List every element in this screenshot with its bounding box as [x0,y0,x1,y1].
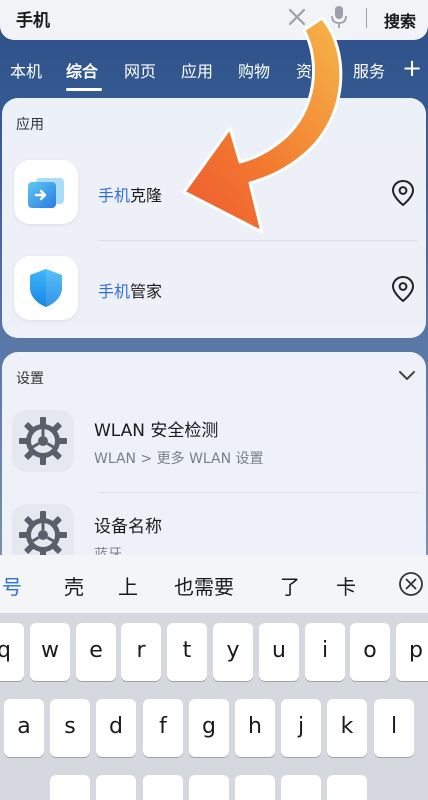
key-v[interactable] [189,775,229,800]
suggestion-item[interactable]: 也需要 [174,571,234,600]
settings-card: 设置 WLAN 安全检测 WLAN > 更多 WLAN 设置 设备名称 [2,352,426,582]
key-h[interactable]: h [235,699,275,757]
setting-path: WLAN > 更多 WLAN 设置 [94,451,264,467]
tab-services[interactable]: 服务 [353,58,385,82]
tab-local[interactable]: 本机 [10,58,42,82]
key-o[interactable]: o [350,623,390,681]
key-x[interactable] [96,775,136,800]
key-f[interactable]: f [143,699,183,757]
app-item-phone-manager[interactable]: 手机管家 [2,246,426,336]
phone-clone-icon [14,160,78,224]
suggestion-item[interactable]: 上 [118,571,138,600]
setting-item-wlan-security[interactable]: WLAN 安全检测 WLAN > 更多 WLAN 设置 [2,400,426,490]
key-g[interactable]: g [189,699,229,757]
key-w[interactable]: w [30,623,70,681]
key-b[interactable] [235,775,275,800]
category-tabs: 本机 综合 网页 应用 购物 资讯 服务 + [0,54,428,94]
chevron-down-icon[interactable] [398,370,416,382]
setting-title: WLAN 安全检测 [94,421,219,441]
search-button[interactable]: 搜索 [384,8,416,32]
key-s[interactable]: s [50,699,90,757]
key-p[interactable]: p [396,623,428,681]
apps-card: 应用 手机克隆 手机管家 [2,98,426,338]
app-name-phone-clone: 手机克隆 [98,186,163,205]
apps-section-title: 应用 [16,117,44,133]
suggestion-item[interactable]: 卡 [336,571,356,600]
key-q[interactable]: q [0,623,24,681]
tab-all[interactable]: 综合 [66,58,98,82]
row-divider [98,492,418,493]
microphone-icon[interactable] [328,4,350,30]
app-item-phone-clone[interactable]: 手机克隆 [2,150,426,240]
search-divider [366,8,367,28]
suggestion-item[interactable]: 了 [280,571,300,600]
key-i[interactable]: i [305,623,345,681]
app-name-phone-manager: 手机管家 [98,282,163,301]
settings-section-title: 设置 [16,371,44,387]
key-k[interactable]: k [327,699,367,757]
key-y[interactable]: y [213,623,253,681]
key-j[interactable]: j [281,699,321,757]
gear-icon [12,410,74,472]
keyboard: 号 壳 上 也需要 了 卡 q w e r t y u i o p a s d … [0,555,428,800]
key-l[interactable]: l [374,699,414,757]
key-d[interactable]: d [96,699,136,757]
key-a[interactable]: a [4,699,44,757]
tab-apps[interactable]: 应用 [181,58,213,82]
key-m[interactable] [327,775,367,800]
key-e[interactable]: e [76,623,116,681]
close-circle-icon[interactable] [398,571,424,597]
key-n[interactable] [281,775,321,800]
active-tab-indicator [66,88,102,91]
tab-shopping[interactable]: 购物 [238,58,270,82]
key-r[interactable]: r [121,623,161,681]
suggestion-item[interactable]: 壳 [64,571,84,600]
key-u[interactable]: u [259,623,299,681]
close-icon[interactable] [286,6,308,28]
shield-icon [14,256,78,320]
suggestion-item[interactable]: 号 [2,571,22,600]
tab-news[interactable]: 资讯 [296,58,328,82]
setting-title: 设备名称 [94,517,162,537]
search-bar[interactable]: 手机 搜索 [0,0,428,40]
location-pin-icon[interactable] [390,178,416,208]
search-input[interactable]: 手机 [16,6,50,31]
key-z[interactable] [50,775,90,800]
suggestion-bar: 号 壳 上 也需要 了 卡 [0,555,428,613]
row-divider [98,240,418,241]
tab-web[interactable]: 网页 [124,58,156,82]
key-c[interactable] [143,775,183,800]
key-t[interactable]: t [167,623,207,681]
add-tab-button[interactable]: + [402,54,422,82]
location-pin-icon[interactable] [390,274,416,304]
